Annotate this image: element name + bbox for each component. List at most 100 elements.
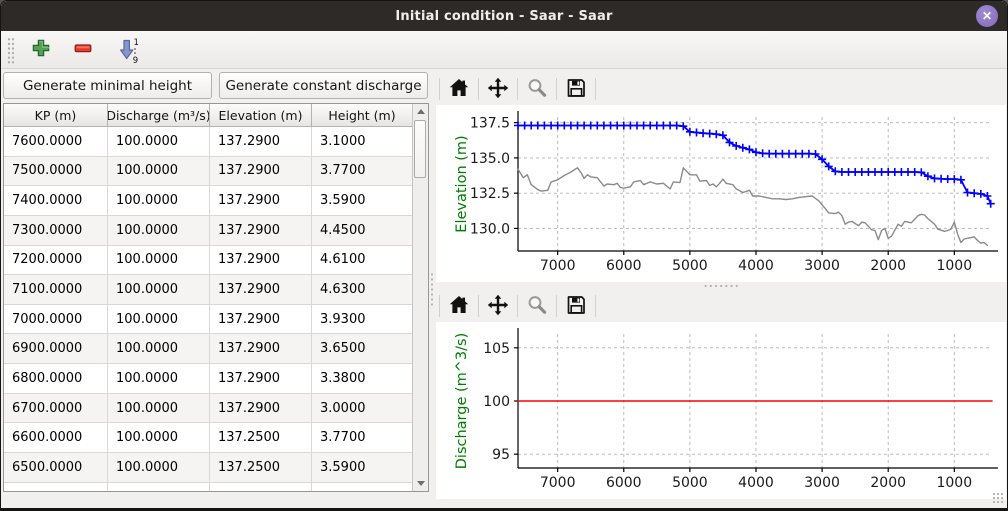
table-cell[interactable]: 3.9300: [312, 305, 412, 334]
table-cell[interactable]: [4, 483, 108, 491]
table-cell[interactable]: 6800.0000: [4, 364, 108, 393]
elevation-chart-toolbar: [436, 73, 1006, 105]
column-header[interactable]: Discharge (m³/s): [108, 104, 210, 126]
table-cell[interactable]: 3.5900: [312, 453, 412, 482]
table-cell[interactable]: 100.0000: [108, 394, 210, 423]
table-cell[interactable]: 7600.0000: [4, 127, 108, 156]
table-cell[interactable]: 7400.0000: [4, 186, 108, 215]
splitter-grip-icon: [703, 284, 739, 288]
titlebar[interactable]: Initial condition - Saar - Saar ✕: [1, 1, 1007, 31]
table-cell[interactable]: 137.2900: [210, 275, 312, 304]
table-cell[interactable]: 100.0000: [108, 246, 210, 275]
table-cell[interactable]: 3.6500: [312, 334, 412, 363]
table-cell[interactable]: 137.2500: [210, 453, 312, 482]
table-cell[interactable]: 4.4500: [312, 216, 412, 245]
table-row[interactable]: 7000.0000100.0000137.29003.9300: [4, 305, 412, 335]
table-cell[interactable]: 100.0000: [108, 453, 210, 482]
table-cell[interactable]: 100.0000: [108, 186, 210, 215]
table-row[interactable]: 6500.0000100.0000137.25003.5900: [4, 453, 412, 483]
window-resize-grip[interactable]: [992, 492, 1004, 504]
table-row[interactable]: 7300.0000100.0000137.29004.4500: [4, 216, 412, 246]
table-cell[interactable]: 137.2900: [210, 186, 312, 215]
table-cell[interactable]: 3.3800: [312, 364, 412, 393]
table-cell[interactable]: [210, 483, 312, 491]
table-cell[interactable]: 6500.0000: [4, 453, 108, 482]
table-cell[interactable]: 100.0000: [108, 423, 210, 452]
save-button[interactable]: [560, 292, 592, 320]
table-cell[interactable]: 137.2900: [210, 394, 312, 423]
table-cell[interactable]: 7500.0000: [4, 157, 108, 186]
series-markers-water-surface-elevation: [514, 122, 995, 208]
table-row[interactable]: 6900.0000100.0000137.29003.6500: [4, 334, 412, 364]
table-cell[interactable]: 3.5900: [312, 186, 412, 215]
toolbar-drag-handle-icon[interactable]: [6, 36, 14, 64]
generate-constant-discharge-button[interactable]: Generate constant discharge: [219, 72, 428, 99]
close-button[interactable]: ✕: [976, 5, 998, 27]
column-header[interactable]: Height (m): [312, 104, 412, 126]
table-cell[interactable]: 137.2500: [210, 423, 312, 452]
table-row[interactable]: 7100.0000100.0000137.29004.6300: [4, 275, 412, 305]
table-cell[interactable]: 137.2900: [210, 216, 312, 245]
table-row[interactable]: 7600.0000100.0000137.29003.1000: [4, 127, 412, 157]
y-tick-label: 132.5: [470, 186, 510, 202]
table-cell[interactable]: 4.6100: [312, 246, 412, 275]
sort-rows-button[interactable]: 1 9: [112, 35, 142, 65]
table-row[interactable]: 6800.0000100.0000137.29003.3800: [4, 364, 412, 394]
scrollbar-thumb[interactable]: [414, 120, 426, 178]
table-cell[interactable]: 7000.0000: [4, 305, 108, 334]
pan-button[interactable]: [482, 75, 514, 103]
generate-minimal-height-button[interactable]: Generate minimal height: [3, 72, 212, 99]
home-button[interactable]: [443, 292, 475, 320]
table-row[interactable]: 7500.0000100.0000137.29003.7700: [4, 157, 412, 187]
table-cell[interactable]: 100.0000: [108, 275, 210, 304]
save-button[interactable]: [560, 75, 592, 103]
table-row[interactable]: 6700.0000100.0000137.29003.0000: [4, 394, 412, 424]
table-cell[interactable]: 137.2900: [210, 157, 312, 186]
add-row-button[interactable]: [28, 35, 54, 65]
table-cell[interactable]: 100.0000: [108, 216, 210, 245]
remove-row-button[interactable]: [70, 35, 96, 65]
table-cell[interactable]: 3.7700: [312, 157, 412, 186]
scrollbar-up-button[interactable]: [413, 104, 428, 119]
table-row[interactable]: 7200.0000100.0000137.29004.6100: [4, 246, 412, 276]
table-cell[interactable]: 100.0000: [108, 334, 210, 363]
table-cell[interactable]: 7300.0000: [4, 216, 108, 245]
elevation-chart[interactable]: 7000600050004000300020001000130.0132.513…: [436, 105, 1006, 282]
table-cell[interactable]: 6600.0000: [4, 423, 108, 452]
column-header[interactable]: KP (m): [4, 104, 108, 126]
table-cell[interactable]: 3.1000: [312, 127, 412, 156]
table-scrollbar[interactable]: [412, 104, 428, 491]
zoom-rect-button[interactable]: [521, 75, 553, 103]
series-bed-elevation: [518, 168, 987, 246]
table-row[interactable]: 7400.0000100.0000137.29003.5900: [4, 186, 412, 216]
scrollbar-down-button[interactable]: [413, 476, 428, 491]
table-cell[interactable]: 137.2900: [210, 127, 312, 156]
scrollbar-track[interactable]: [413, 119, 428, 476]
table-cell[interactable]: 100.0000: [108, 305, 210, 334]
table-cell[interactable]: 137.2900: [210, 334, 312, 363]
table-cell[interactable]: 6900.0000: [4, 334, 108, 363]
zoom-rect-button[interactable]: [521, 292, 553, 320]
table-cell[interactable]: 4.6300: [312, 275, 412, 304]
x-tick-label: 7000: [540, 258, 576, 274]
table-cell[interactable]: 7200.0000: [4, 246, 108, 275]
table-cell[interactable]: [312, 483, 412, 491]
pan-button[interactable]: [482, 292, 514, 320]
table-cell[interactable]: 100.0000: [108, 364, 210, 393]
table-cell[interactable]: 3.7700: [312, 423, 412, 452]
table-cell[interactable]: 6700.0000: [4, 394, 108, 423]
table-row[interactable]: 6600.0000100.0000137.25003.7700: [4, 423, 412, 453]
discharge-chart[interactable]: 700060005000400030002000100095100105Disc…: [436, 322, 1006, 499]
table-cell[interactable]: 100.0000: [108, 127, 210, 156]
column-header[interactable]: Elevation (m): [210, 104, 312, 126]
table-cell[interactable]: 3.0000: [312, 394, 412, 423]
charts-splitter[interactable]: [436, 282, 1006, 290]
table-cell[interactable]: 100.0000: [108, 157, 210, 186]
table-cell[interactable]: [108, 483, 210, 491]
table-cell[interactable]: 137.2900: [210, 305, 312, 334]
home-button[interactable]: [443, 75, 475, 103]
table-cell[interactable]: 137.2900: [210, 246, 312, 275]
table-row-partial[interactable]: [4, 483, 412, 491]
table-cell[interactable]: 137.2900: [210, 364, 312, 393]
table-cell[interactable]: 7100.0000: [4, 275, 108, 304]
